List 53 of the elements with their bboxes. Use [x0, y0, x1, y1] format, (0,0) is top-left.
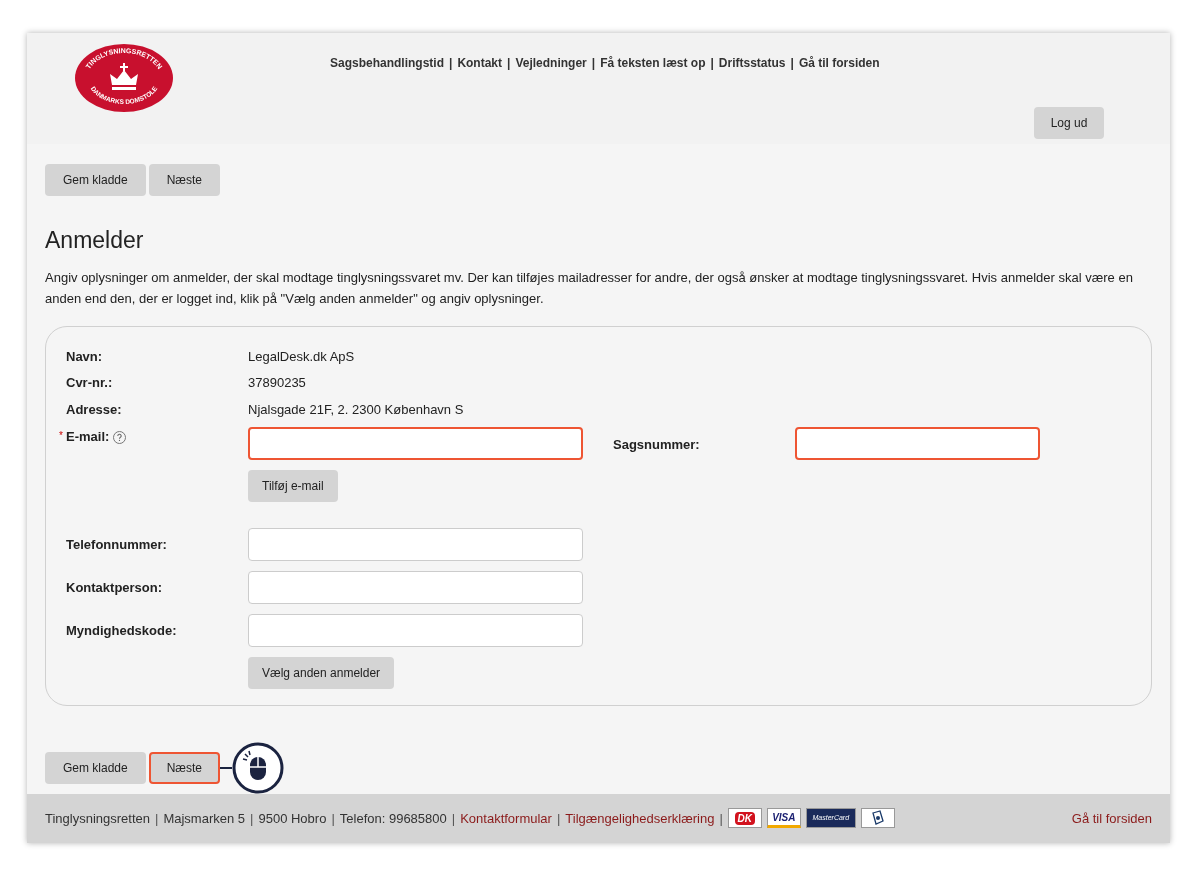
save-draft-button[interactable]: Gem kladde [45, 751, 146, 784]
separator: | [449, 55, 453, 72]
field-label: Telefonnummer: [66, 535, 168, 554]
separator: | [591, 55, 596, 72]
choose-other-button[interactable]: Vælg anden anmelder [248, 657, 395, 690]
separator: | [556, 809, 561, 828]
field-label: E-mail: [66, 428, 110, 447]
footer-link[interactable]: Kontaktformular [460, 808, 552, 829]
field-label: Adresse: [66, 400, 123, 419]
text-input[interactable] [248, 528, 583, 562]
save-draft-button[interactable]: Gem kladde [45, 164, 146, 197]
footer-text: Telefon: 99685800 [339, 809, 447, 828]
field-value: LegalDesk.dk ApS [248, 347, 355, 366]
nav-link[interactable]: Vejledninger [515, 54, 587, 72]
page-heading: Anmelder [45, 226, 145, 256]
nav-link[interactable]: Kontakt [457, 54, 503, 72]
footer-link[interactable]: Tilgængelighedserklæring [565, 808, 715, 829]
nav-link[interactable]: Gå til forsiden [798, 54, 880, 72]
next-button[interactable]: Næste [148, 751, 221, 784]
field-label: Myndighedskode: [66, 621, 178, 640]
separator: | [710, 55, 714, 72]
field-label: Sagsnummer: [613, 436, 701, 455]
separator: | [451, 809, 456, 828]
separator: | [250, 809, 254, 828]
case-number-input[interactable] [795, 427, 1040, 461]
field-label: Navn: [66, 347, 104, 366]
separator: | [155, 809, 159, 828]
field-value: 37890235 [248, 374, 306, 393]
separator: | [331, 809, 335, 828]
footer-text: 9500 Hobro [258, 809, 327, 828]
home-link[interactable]: Gå til forsiden [1071, 808, 1152, 829]
shield-icon [860, 808, 895, 829]
add-email-button[interactable]: Tilføj e-mail [248, 470, 338, 503]
required-marker: * [59, 429, 63, 444]
nav-link[interactable]: Få teksten læst op [600, 54, 706, 72]
logout-button[interactable]: Log ud [1034, 107, 1104, 139]
field-label: Kontaktperson: [66, 578, 164, 597]
text-input[interactable] [248, 571, 583, 605]
intro-text: Angiv oplysninger om anmelder, der skal modtage tinglysningssvaret mv. Der kan tilføjes mailadresser for andre, der også ønsker at modtage tinglysningssvaret. Hvis anmelder skal være en anden end den, der er logget ind, klik på "Vælg anden anmelder" og angiv oplysninger. [45, 268, 1134, 308]
nav-link[interactable]: Driftsstatus [718, 54, 786, 72]
separator: | [790, 55, 794, 72]
nav-link[interactable]: Sagsbehandlingstid [330, 54, 444, 72]
separator: | [719, 809, 723, 828]
footer-text: Majsmarken 5 [163, 809, 246, 828]
card-logo: DK [727, 808, 762, 829]
separator: | [507, 55, 511, 72]
email-input[interactable] [248, 427, 583, 461]
field-label: Cvr-nr.: [66, 374, 114, 393]
text-input[interactable] [248, 614, 583, 648]
next-button[interactable]: Næste [148, 164, 221, 197]
field-value: Njalsgade 21F, 2. 2300 København S [248, 400, 464, 419]
card-logo: VISA [766, 808, 801, 829]
footer-text: Tinglysningsretten [45, 809, 150, 828]
